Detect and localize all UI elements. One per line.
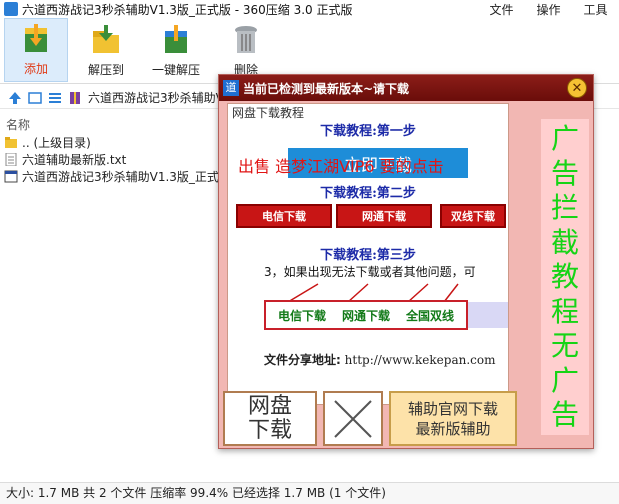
ad-char: 告	[550, 156, 579, 190]
list-item[interactable]: 六道辅助最新版.txt	[4, 151, 126, 168]
official-download-button[interactable]: 辅助官网下载 最新版辅助	[389, 391, 517, 446]
close-button[interactable]: ✕	[567, 78, 587, 98]
add-button-label: 添加	[23, 62, 48, 76]
download-options-box: 电信下载 网通下载 全国双线	[264, 300, 468, 330]
tutorial-step-3-text: 3，如果出现无法下载或者其他问题，可	[264, 265, 476, 279]
ad-char: 无	[550, 329, 579, 362]
option-telecom: 电信下载	[277, 308, 326, 323]
dual-line-download-image: 双线下载	[440, 204, 506, 228]
tutorial-step-2: 下载教程:第二步	[320, 186, 416, 201]
ad-char: 广	[550, 363, 579, 397]
one-click-extract-label: 一键解压	[151, 63, 200, 77]
status-bar: 大小: 1.7 MB 共 2 个文件 压缩率 99.4% 已经选择 1.7 MB…	[0, 482, 619, 504]
ad-char: 程	[550, 294, 579, 328]
extract-to-icon	[93, 25, 119, 53]
ad-char: 告	[550, 398, 579, 431]
tutorial-caption: 网盘下载教程	[232, 106, 305, 120]
list-item[interactable]: 六道西游战记3秒杀辅助V1.3版_正式版	[4, 168, 231, 185]
option-dual-line: 全国双线	[405, 308, 454, 323]
update-popup: 道 当前已检测到最新版本~请下载 ✕ 网盘下载教程 下载教程:第一步 立即下载 …	[218, 74, 594, 449]
delete-button[interactable]: 删除	[214, 18, 278, 82]
decorative-strip	[468, 302, 508, 328]
folder-icon	[5, 137, 17, 148]
menu-operate[interactable]: 操作	[525, 1, 572, 18]
ad-char: 截	[550, 225, 579, 259]
app-window: 六道西游战记3秒杀辅助V1.3版_正式版 - 360压缩 3.0 正式版 文件 …	[0, 0, 619, 504]
menu-bar: 文件 操作 工具	[478, 1, 619, 18]
netdisk-download-button[interactable]: 网盘 下载	[223, 391, 317, 446]
ad-char: 广	[550, 122, 579, 155]
popup-header: 道 当前已检测到最新版本~请下载	[219, 75, 593, 101]
dismiss-button[interactable]	[323, 391, 383, 446]
list-item-name: 六道辅助最新版.txt	[22, 153, 127, 167]
title-bar: 六道西游战记3秒杀辅助V1.3版_正式版 - 360压缩 3.0 正式版 文件 …	[0, 0, 619, 18]
close-icon: ✕	[571, 80, 583, 96]
menu-tools[interactable]: 工具	[572, 1, 619, 18]
app-icon	[4, 2, 18, 16]
share-address: 文件分享地址: http://www.kekepan.com	[264, 351, 495, 368]
view-thumbnail-icon[interactable]	[28, 91, 42, 105]
text-file-icon	[5, 153, 17, 166]
share-url[interactable]: http://www.kekepan.com	[345, 353, 496, 367]
list-item[interactable]: .. (上级目录)	[4, 134, 91, 151]
netdisk-download-line1: 网盘	[247, 393, 292, 419]
window-title: 六道西游战记3秒杀辅助V1.3版_正式版 - 360压缩 3.0 正式版	[22, 2, 353, 17]
extract-to-button[interactable]: 解压到	[74, 18, 138, 82]
extract-to-label: 解压到	[87, 63, 124, 77]
one-click-extract-button[interactable]: 一键解压	[144, 18, 208, 82]
list-item-name: 六道西游战记3秒杀辅助V1.3版_正式版	[22, 170, 231, 184]
add-button[interactable]: 添加	[4, 18, 68, 82]
share-label: 文件分享地址:	[264, 353, 341, 367]
netcom-download-image: 网通下载	[336, 204, 432, 228]
exe-file-icon	[4, 170, 18, 183]
vip-sale-text[interactable]: 出售 造梦江湖VIP6 要的点击	[238, 153, 444, 177]
telecom-download-image: 电信下载	[236, 204, 332, 228]
view-list-icon[interactable]	[48, 91, 62, 105]
option-netcom: 网通下载	[341, 308, 390, 323]
official-download-line1: 辅助官网下载	[407, 399, 498, 418]
official-download-line2: 最新版辅助	[415, 419, 491, 438]
netdisk-download-line2: 下载	[247, 417, 292, 443]
trash-icon	[235, 26, 257, 53]
list-item-name: .. (上级目录)	[22, 136, 91, 150]
up-arrow-icon[interactable]	[8, 91, 22, 105]
ad-char: 拦	[550, 191, 579, 224]
menu-file[interactable]: 文件	[478, 1, 525, 18]
popup-title: 当前已检测到最新版本~请下载	[243, 81, 410, 96]
one-click-extract-icon	[165, 25, 187, 53]
tutorial-panel: 网盘下载教程 下载教程:第一步 立即下载 出售 造梦江湖VIP6 要的点击 下载…	[227, 103, 509, 405]
ad-char: 教	[550, 260, 579, 293]
tutorial-step-1: 下载教程:第一步	[320, 124, 416, 139]
close-x-icon	[334, 399, 372, 438]
add-archive-icon	[25, 24, 47, 52]
archive-file-icon	[70, 91, 80, 104]
ad-block-tutorial-banner[interactable]: 广 告 拦 截 教 程 无 广 告	[541, 119, 589, 435]
popup-app-icon: 道	[223, 80, 239, 96]
tutorial-step-3: 下载教程:第三步	[320, 248, 416, 263]
